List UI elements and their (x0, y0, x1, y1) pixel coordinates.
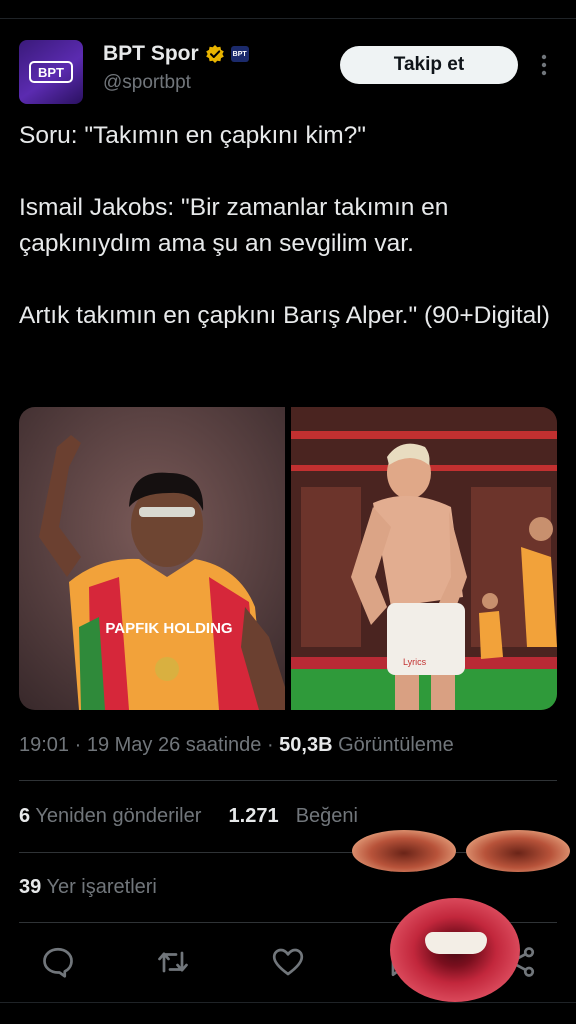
tweet-text: Soru: "Takımın en çapkını kim?" Ismail J… (19, 122, 550, 329)
likes-count[interactable]: 1.271 (229, 805, 279, 827)
reposts-label[interactable]: Yeniden gönderiler (35, 805, 201, 827)
affiliate-badge[interactable]: BPT (230, 46, 249, 62)
name-row: BPT Spor BPT (103, 42, 249, 66)
more-icon[interactable] (537, 52, 551, 78)
top-divider (0, 18, 576, 19)
like-icon[interactable] (270, 944, 306, 980)
bookmarks-label[interactable]: Yer işaretleri (46, 876, 156, 898)
divider (19, 780, 557, 781)
sticker-teeth (425, 932, 487, 954)
svg-text:BPT: BPT (38, 65, 64, 80)
avatar[interactable]: BPT (19, 40, 83, 104)
handle[interactable]: @sportbpt (103, 72, 191, 94)
display-name[interactable]: BPT Spor (103, 42, 199, 66)
follow-button[interactable]: Takip et (340, 46, 518, 84)
retweet-icon[interactable] (155, 944, 191, 980)
media-grid: PAPFIK HOLDING Lyrics (19, 407, 557, 710)
svg-text:Lyrics: Lyrics (403, 657, 427, 667)
photo-right[interactable]: Lyrics (291, 407, 557, 710)
bookmarks-count[interactable]: 39 (19, 876, 41, 898)
sticker-eye-left (352, 830, 456, 872)
tweet-header: BPT BPT Spor BPT @sportbpt Takip et (19, 38, 557, 104)
bottom-divider (0, 1002, 576, 1003)
verified-icon (205, 45, 224, 63)
sticker-eye-right (466, 830, 570, 872)
views-label: Görüntüleme (332, 734, 454, 756)
bookmarks-stat: 39 Yer işaretleri (19, 876, 157, 899)
views-count: 50,3B (279, 734, 333, 756)
timestamp[interactable]: 19:01 · 19 May 26 saatinde · (19, 734, 279, 756)
brand-logo-icon: BPT (29, 61, 73, 83)
reposts-count[interactable]: 6 (19, 805, 30, 827)
engagement-stats: 6 Yeniden gönderiler 1.271 Beğeni (19, 805, 358, 828)
svg-text:PAPFIK HOLDING: PAPFIK HOLDING (105, 620, 232, 637)
tweet-meta: 19:01 · 19 May 26 saatinde · 50,3B Görün… (19, 734, 454, 757)
likes-label[interactable]: Beğeni (296, 805, 358, 827)
photo-left[interactable]: PAPFIK HOLDING (19, 407, 285, 710)
reply-icon[interactable] (40, 944, 76, 980)
